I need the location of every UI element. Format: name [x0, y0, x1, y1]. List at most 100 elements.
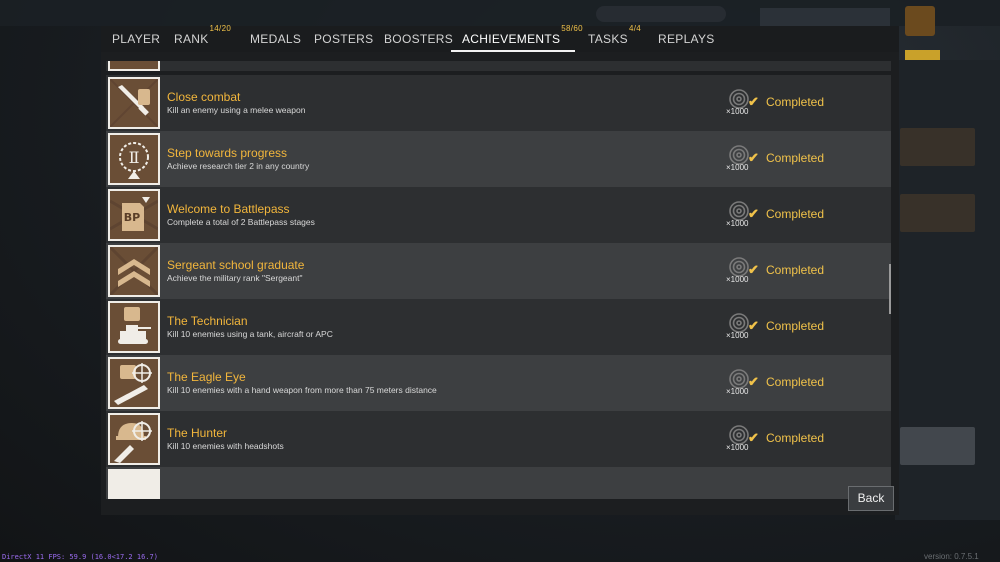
status-label: Completed: [766, 151, 825, 165]
achievement-description: Kill 10 enemies with headshots: [167, 441, 284, 451]
achievement-row[interactable]: The Hunter Kill 10 enemies with headshot…: [106, 411, 891, 467]
checkmark-icon: ✔: [748, 374, 759, 389]
background-card: [900, 194, 975, 232]
tab-tasks[interactable]: TASKS 4/4: [588, 24, 641, 52]
headshot-icon: [110, 415, 158, 463]
status-completed: ✔ Completed: [748, 430, 825, 445]
achievement-row[interactable]: The Technician Kill 10 enemies using a t…: [106, 299, 891, 355]
sergeant-chevrons-icon: [110, 247, 158, 295]
status-label: Completed: [766, 95, 825, 109]
achievement-icon-frame: [108, 77, 160, 129]
battlepass-icon: BP: [110, 191, 158, 239]
tab-badge: 4/4: [628, 24, 641, 33]
achievement-row[interactable]: The Eagle Eye Kill 10 enemies with a han…: [106, 355, 891, 411]
achievement-row[interactable]: Sergeant school graduate Achieve the mil…: [106, 243, 891, 299]
achievement-title: The Technician: [167, 314, 248, 328]
achievement-title: Close combat: [167, 90, 241, 104]
tab-achievements[interactable]: ACHIEVEMENTS 58/60: [450, 24, 583, 52]
partial-icon-frame: [108, 469, 160, 499]
achievement-title: The Hunter: [167, 426, 228, 440]
status-label: Completed: [766, 263, 825, 277]
tab-label: POSTERS: [314, 32, 374, 46]
status-label: Completed: [766, 207, 825, 221]
back-button[interactable]: Back: [848, 486, 894, 511]
tab-medals[interactable]: MEDALS: [250, 26, 301, 52]
tab-replays[interactable]: REPLAYS: [658, 26, 715, 52]
status-completed: ✔ Completed: [748, 318, 825, 333]
checkmark-icon: ✔: [748, 94, 759, 109]
knife-icon: [110, 79, 158, 127]
achievement-icon-frame: [108, 413, 160, 465]
tab-label: TASKS: [588, 32, 628, 46]
tab-posters[interactable]: POSTERS: [314, 26, 373, 52]
tab-player[interactable]: PLAYER: [112, 26, 160, 52]
reward-amount: ×1000: [726, 331, 749, 340]
status-completed: ✔ Completed: [748, 150, 825, 165]
status-completed: ✔ Completed: [748, 374, 825, 389]
tab-bar: PLAYER RANK 14/20 MEDALS POSTERS BOOSTERS…: [101, 24, 899, 52]
background-card: [900, 128, 975, 166]
reward-amount: ×1000: [726, 387, 749, 396]
achievement-description: Kill 10 enemies using a tank, aircraft o…: [167, 329, 333, 339]
achievement-row[interactable]: BP Welcome to Battlepass Complete a tota…: [106, 187, 891, 243]
reward-amount: ×1000: [726, 275, 749, 284]
fps-counter: DirectX 11 FPS: 59.9 (16.0<17.2 16.7): [2, 553, 158, 561]
svg-text:BP: BP: [124, 211, 140, 224]
achievements-list[interactable]: Close combat Kill an enemy using a melee…: [106, 61, 891, 499]
tab-label: RANK: [174, 32, 209, 46]
partial-icon-frame: [108, 61, 160, 71]
profile-modal: PLAYER RANK 14/20 MEDALS POSTERS BOOSTERS…: [101, 24, 899, 515]
achievement-description: Kill an enemy using a melee weapon: [167, 105, 306, 115]
background-rank-badge: [905, 6, 935, 36]
achievement-title: The Eagle Eye: [167, 370, 246, 384]
status-completed: ✔ Completed: [748, 262, 825, 277]
achievement-description: Achieve research tier 2 in any country: [167, 161, 310, 171]
achievement-icon-frame: [108, 245, 160, 297]
achievement-icon-frame: BP: [108, 189, 160, 241]
achievement-title: Step towards progress: [167, 146, 288, 160]
status-completed: ✔ Completed: [748, 206, 825, 221]
checkmark-icon: ✔: [748, 430, 759, 445]
tab-rank[interactable]: RANK 14/20: [174, 24, 231, 52]
checkmark-icon: ✔: [748, 206, 759, 221]
checkmark-icon: ✔: [748, 262, 759, 277]
status-label: Completed: [766, 375, 825, 389]
status-label: Completed: [766, 431, 825, 445]
achievement-row[interactable]: Close combat Kill an enemy using a melee…: [106, 75, 891, 131]
reward-amount: ×1000: [726, 443, 749, 452]
tab-label: MEDALS: [250, 32, 302, 46]
achievement-description: Kill 10 enemies with a hand weapon from …: [167, 385, 437, 395]
checkmark-icon: ✔: [748, 150, 759, 165]
tab-label: ACHIEVEMENTS: [462, 32, 561, 46]
tank-icon: [110, 303, 158, 351]
tab-boosters[interactable]: BOOSTERS: [384, 26, 453, 52]
reward-amount: ×1000: [726, 107, 749, 116]
status-label: Completed: [766, 319, 825, 333]
background-currency: [596, 6, 726, 22]
version-label: version: 0.7.5.1: [924, 552, 979, 561]
achievement-icon-frame: Ⅱ: [108, 133, 160, 185]
background-user-panel: [760, 8, 890, 28]
reward-amount: ×1000: [726, 163, 749, 172]
tab-label: PLAYER: [112, 32, 161, 46]
achievement-title: Sergeant school graduate: [167, 258, 305, 272]
achievement-icon-frame: [108, 301, 160, 353]
svg-text:Ⅱ: Ⅱ: [129, 148, 140, 167]
achievement-description: Achieve the military rank "Sergeant": [167, 273, 303, 283]
scrollbar[interactable]: [889, 264, 891, 314]
background-card: [900, 427, 975, 465]
list-item-partial: [106, 467, 891, 499]
achievement-icon-frame: [108, 357, 160, 409]
achievement-description: Complete a total of 2 Battlepass stages: [167, 217, 315, 227]
tab-label: BOOSTERS: [384, 32, 454, 46]
achievement-title: Welcome to Battlepass: [167, 202, 290, 216]
tier-two-laurel-icon: Ⅱ: [110, 135, 158, 183]
checkmark-icon: ✔: [748, 318, 759, 333]
achievement-row[interactable]: Ⅱ Step towards progress Achieve research…: [106, 131, 891, 187]
list-item-partial: [106, 61, 891, 71]
tab-badge: 58/60: [561, 24, 583, 33]
status-completed: ✔ Completed: [748, 94, 825, 109]
reward-amount: ×1000: [726, 219, 749, 228]
tab-label: REPLAYS: [658, 32, 715, 46]
tab-badge: 14/20: [209, 24, 232, 33]
